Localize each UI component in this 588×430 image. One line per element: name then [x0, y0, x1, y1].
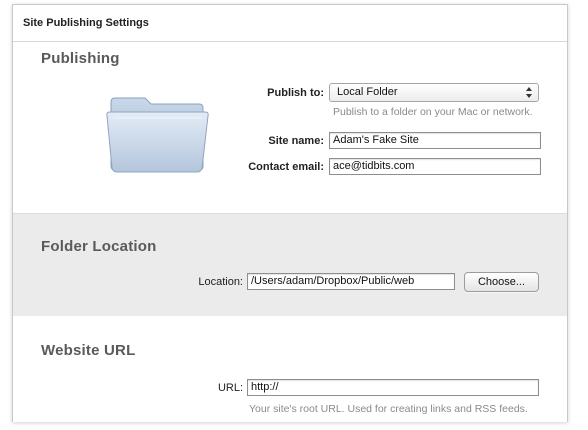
site-name-field[interactable]: Adam's Fake Site	[329, 132, 541, 149]
publish-to-hint: Publish to a folder on your Mac or netwo…	[333, 106, 533, 118]
website-url-heading: Website URL	[41, 342, 136, 359]
publishing-section: Publishing Publish to: Local Folder Publ…	[13, 42, 567, 213]
site-publishing-settings-panel: Site Publishing Settings Publishing Publ…	[12, 4, 568, 422]
site-name-label: Site name:	[268, 135, 324, 147]
contact-email-field[interactable]: ace@tidbits.com	[329, 158, 541, 175]
url-field[interactable]: http://	[247, 379, 539, 396]
popup-arrows-icon	[526, 87, 532, 98]
publish-to-label: Publish to:	[267, 87, 324, 99]
contact-email-label: Contact email:	[248, 161, 324, 173]
location-field[interactable]: /Users/adam/Dropbox/Public/web	[247, 273, 455, 290]
folder-location-heading: Folder Location	[41, 238, 157, 255]
url-hint: Your site's root URL. Used for creating …	[249, 403, 528, 415]
location-label: Location:	[198, 276, 243, 288]
publishing-heading: Publishing	[41, 50, 120, 67]
publish-to-popup[interactable]: Local Folder	[329, 83, 539, 102]
panel-title: Site Publishing Settings	[23, 17, 149, 29]
url-label: URL:	[217, 382, 243, 394]
folder-location-section: Folder Location Location: /Users/adam/Dr…	[13, 213, 567, 317]
folder-icon	[106, 97, 209, 173]
website-url-section: Website URL URL: http:// Your site's roo…	[13, 316, 567, 422]
publish-to-value: Local Folder	[337, 86, 398, 98]
choose-button[interactable]: Choose...	[464, 272, 539, 292]
